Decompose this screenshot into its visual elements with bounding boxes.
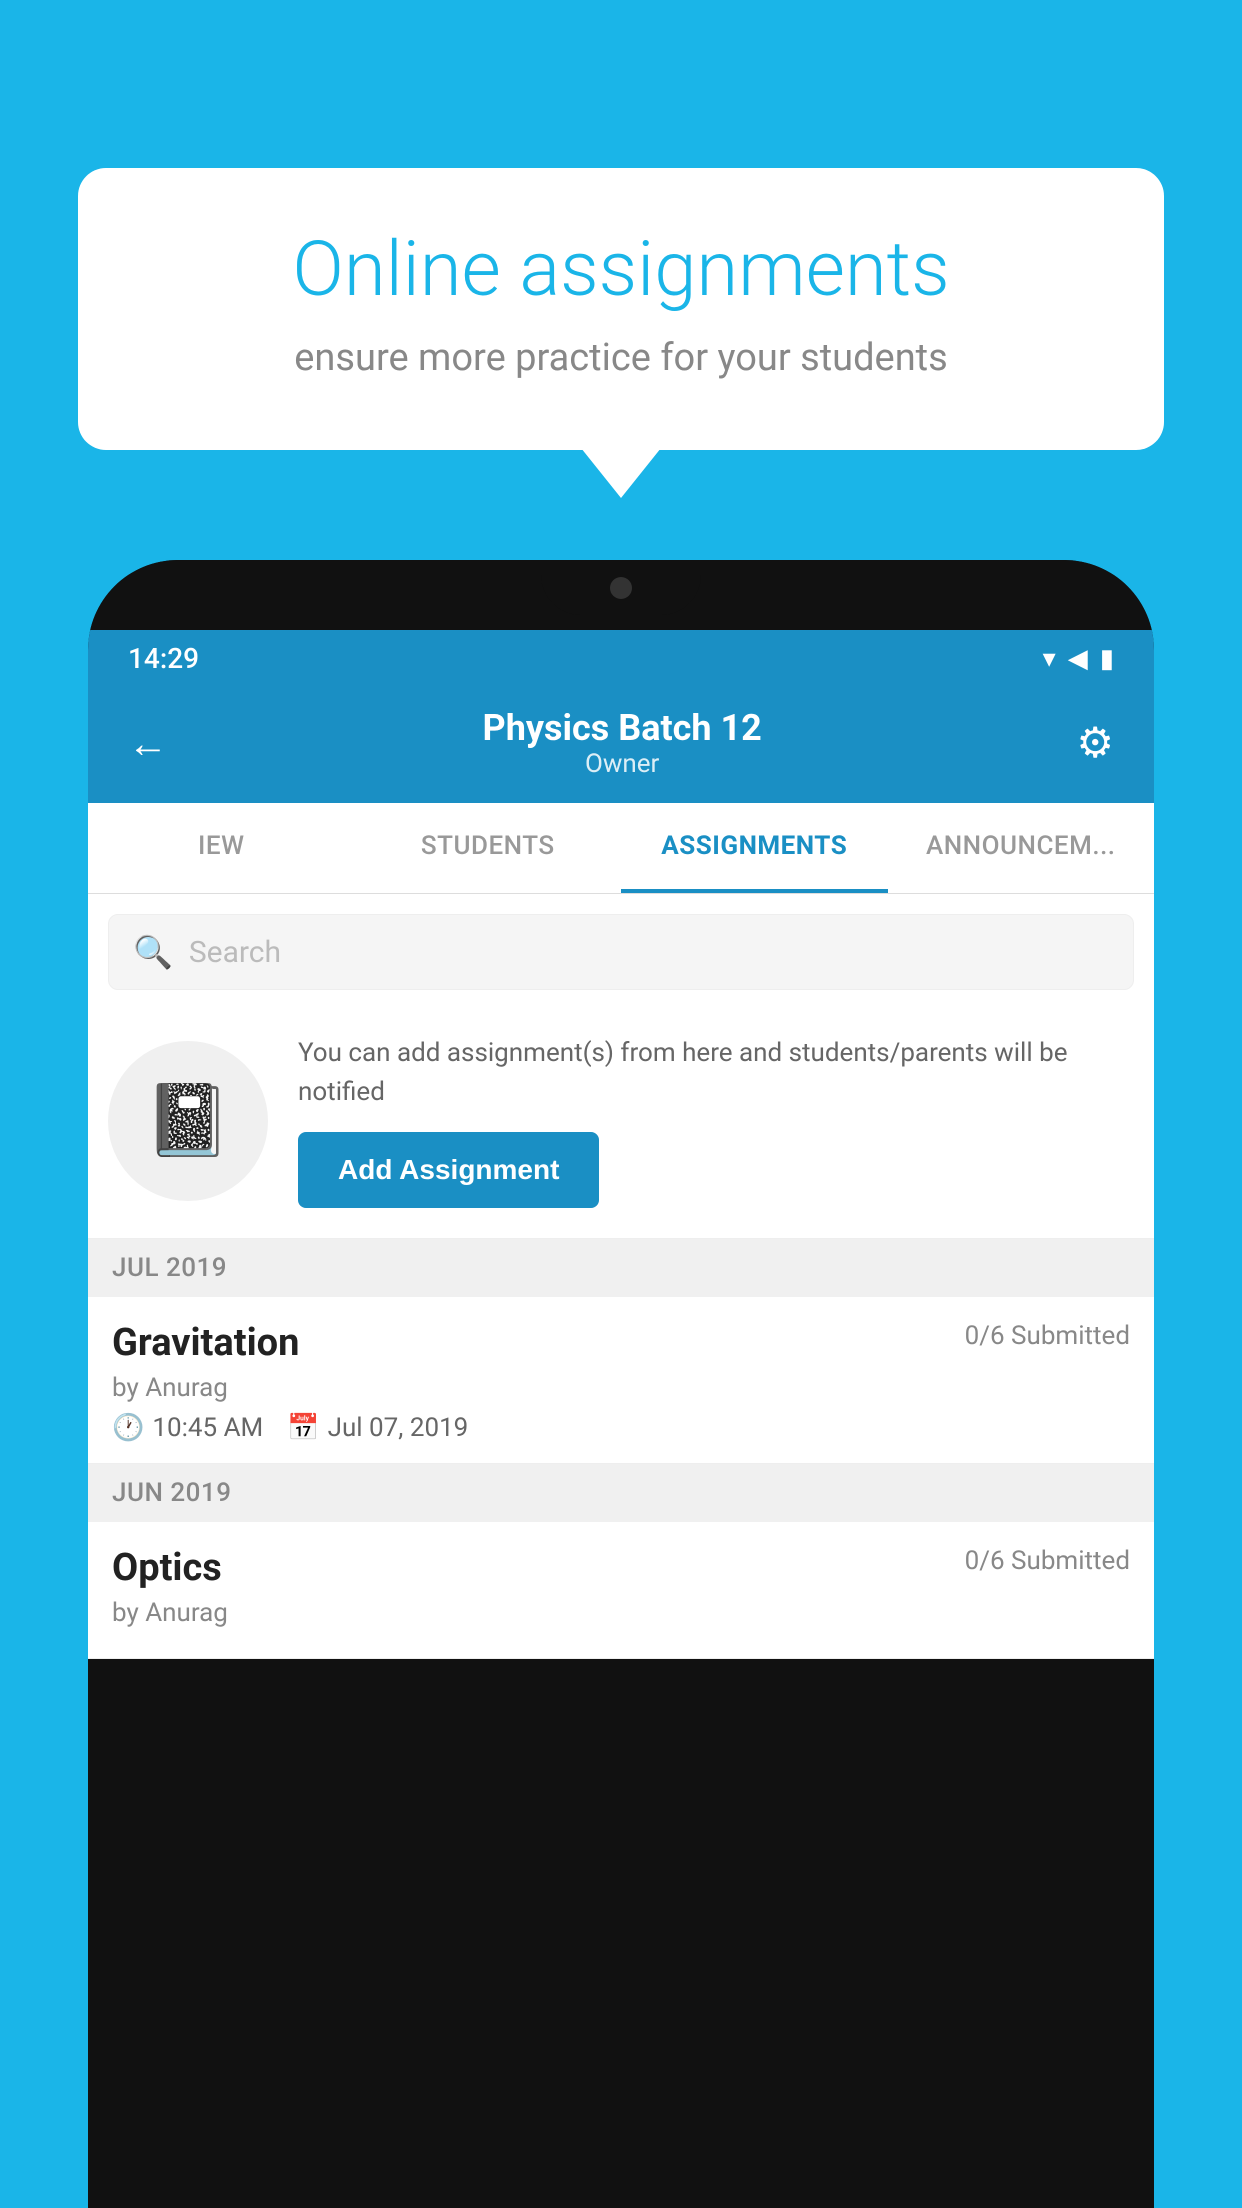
tab-students[interactable]: STUDENTS xyxy=(355,803,622,893)
search-icon: 🔍 xyxy=(133,933,173,971)
screen-content: 🔍 Search 📓 You can add assignment(s) fro… xyxy=(88,894,1154,1659)
wifi-icon: ▾ xyxy=(1043,644,1056,674)
time-value: 10:45 AM xyxy=(152,1413,263,1443)
section-header-jul-2019: JUL 2019 xyxy=(88,1239,1154,1297)
phone-camera xyxy=(610,577,632,599)
speech-bubble-title: Online assignments xyxy=(148,228,1094,312)
battery-icon: ▮ xyxy=(1100,644,1114,674)
assignment-submitted: 0/6 Submitted xyxy=(965,1321,1130,1351)
header-center: Physics Batch 12 Owner xyxy=(483,707,762,779)
add-assignment-description: You can add assignment(s) from here and … xyxy=(298,1034,1134,1112)
assignment-name-optics: Optics xyxy=(112,1546,222,1590)
phone-notch xyxy=(541,560,701,615)
add-assignment-button[interactable]: Add Assignment xyxy=(298,1132,599,1208)
assignment-name: Gravitation xyxy=(112,1321,299,1365)
assignment-item-top: Gravitation 0/6 Submitted xyxy=(112,1321,1130,1365)
status-bar: 14:29 ▾ ◀ ▮ xyxy=(88,630,1154,687)
tabs-bar: IEW STUDENTS ASSIGNMENTS ANNOUNCEM... xyxy=(88,803,1154,894)
tab-iew[interactable]: IEW xyxy=(88,803,355,893)
status-icons: ▾ ◀ ▮ xyxy=(1043,644,1114,674)
assignment-icon-circle: 📓 xyxy=(108,1041,268,1201)
speech-bubble-subtitle: ensure more practice for your students xyxy=(148,336,1094,380)
assignment-item-gravitation[interactable]: Gravitation 0/6 Submitted by Anurag 🕐 10… xyxy=(88,1297,1154,1464)
search-placeholder: Search xyxy=(189,935,281,970)
tab-announcements[interactable]: ANNOUNCEM... xyxy=(888,803,1155,893)
signal-icon: ◀ xyxy=(1068,644,1088,674)
speech-bubble-container: Online assignments ensure more practice … xyxy=(78,168,1164,450)
assignment-date: 📅 Jul 07, 2019 xyxy=(287,1413,468,1443)
clock-icon: 🕐 xyxy=(112,1413,144,1443)
app-header: ← Physics Batch 12 Owner ⚙ xyxy=(88,687,1154,803)
assignment-meta: 🕐 10:45 AM 📅 Jul 07, 2019 xyxy=(112,1413,1130,1443)
date-value: Jul 07, 2019 xyxy=(328,1413,469,1443)
settings-icon[interactable]: ⚙ xyxy=(1076,718,1114,768)
assignment-item-optics[interactable]: Optics 0/6 Submitted by Anurag xyxy=(88,1522,1154,1659)
phone-frame: 14:29 ▾ ◀ ▮ ← Physics Batch 12 Owner ⚙ I… xyxy=(88,560,1154,2208)
status-time: 14:29 xyxy=(128,642,199,675)
speech-bubble: Online assignments ensure more practice … xyxy=(78,168,1164,450)
assignment-by: by Anurag xyxy=(112,1373,1130,1403)
add-assignment-right: You can add assignment(s) from here and … xyxy=(298,1034,1134,1208)
header-subtitle: Owner xyxy=(483,749,762,779)
tab-assignments[interactable]: ASSIGNMENTS xyxy=(621,803,888,893)
calendar-icon: 📅 xyxy=(287,1413,319,1443)
notebook-icon: 📓 xyxy=(144,1080,231,1162)
back-button[interactable]: ← xyxy=(128,720,168,767)
assignment-time: 🕐 10:45 AM xyxy=(112,1413,263,1443)
add-assignment-section: 📓 You can add assignment(s) from here an… xyxy=(88,1010,1154,1239)
assignment-by-optics: by Anurag xyxy=(112,1598,1130,1628)
section-header-jun-2019: JUN 2019 xyxy=(88,1464,1154,1522)
search-bar[interactable]: 🔍 Search xyxy=(108,914,1134,990)
header-title: Physics Batch 12 xyxy=(483,707,762,749)
phone-notch-area xyxy=(88,560,1154,630)
assignment-item-top-optics: Optics 0/6 Submitted xyxy=(112,1546,1130,1590)
assignment-submitted-optics: 0/6 Submitted xyxy=(965,1546,1130,1576)
